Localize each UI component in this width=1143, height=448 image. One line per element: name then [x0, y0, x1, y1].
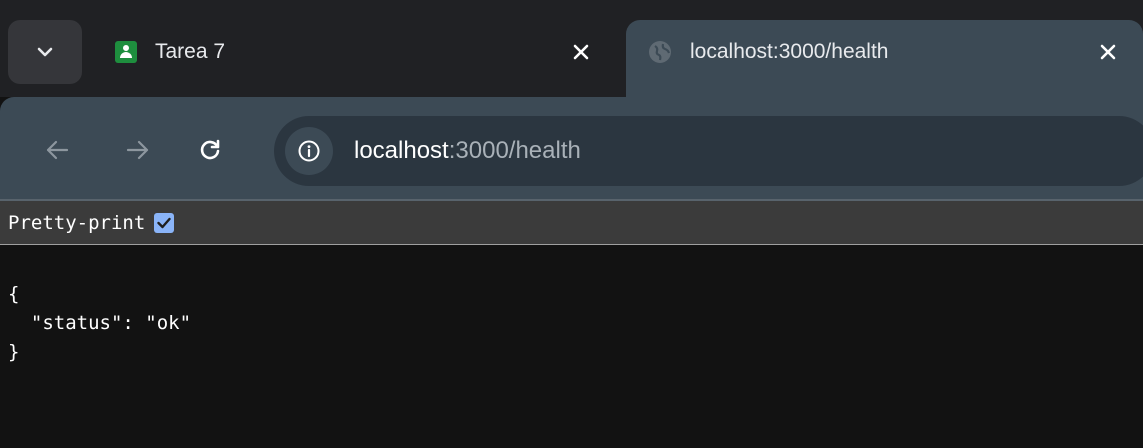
arrow-left-icon	[46, 140, 69, 160]
json-line-status: "status": "ok"	[8, 312, 192, 334]
json-close-brace: }	[8, 341, 20, 363]
tab-tarea-7[interactable]: Tarea 7	[92, 20, 616, 97]
globe-icon	[649, 41, 671, 63]
tab-localhost-health[interactable]: localhost:3000/health	[626, 20, 1143, 97]
url-host: localhost	[354, 137, 449, 164]
checkmark-icon	[157, 217, 171, 228]
tab-title: localhost:3000/health	[690, 40, 889, 63]
reload-icon	[200, 139, 220, 160]
info-icon	[298, 140, 320, 162]
json-response: { "status": "ok" }	[8, 280, 191, 367]
tab-title: Tarea 7	[155, 40, 226, 63]
forward-button[interactable]	[118, 130, 158, 170]
pretty-print-checkbox[interactable]	[154, 212, 175, 233]
browser-window: Tarea 7 localhost:3000/health localhost:…	[0, 0, 1143, 448]
close-icon	[573, 44, 589, 60]
chevron-down-icon	[37, 47, 53, 57]
back-button[interactable]	[37, 130, 77, 170]
site-info-button[interactable]	[285, 127, 333, 175]
url-path: :3000/health	[448, 137, 581, 164]
close-icon	[1100, 44, 1116, 60]
tab-search-button[interactable]	[8, 20, 82, 84]
google-classroom-icon	[115, 41, 137, 63]
close-tab-button[interactable]	[1095, 39, 1121, 65]
close-tab-button[interactable]	[568, 39, 594, 65]
tab-strip: Tarea 7 localhost:3000/health	[0, 0, 1143, 97]
url-text: localhost:3000/health	[354, 135, 581, 167]
json-open-brace: {	[8, 283, 20, 305]
pretty-print-bar: Pretty-print	[0, 201, 1143, 245]
reload-button[interactable]	[190, 130, 230, 170]
arrow-right-icon	[126, 140, 149, 160]
pretty-print-label: Pretty-print	[8, 211, 146, 234]
address-bar[interactable]: localhost:3000/health	[274, 116, 1143, 186]
